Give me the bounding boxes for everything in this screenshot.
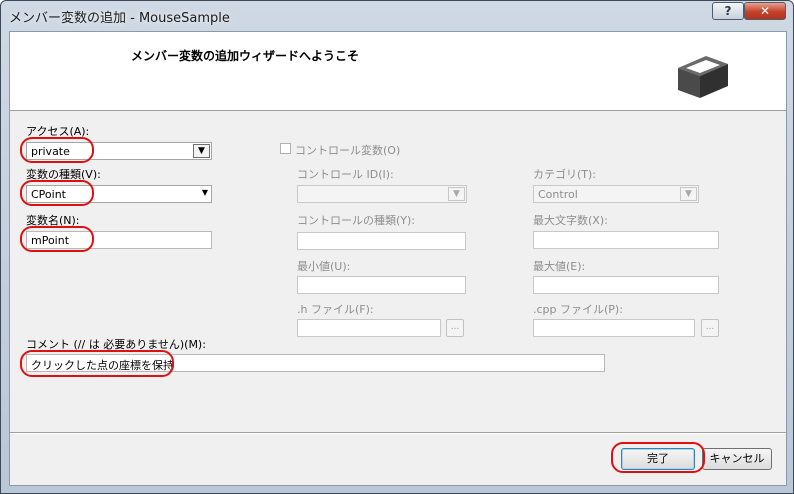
cpp-file-label: .cpp ファイル(P): [533, 303, 623, 316]
wizard-header: メンバー変数の追加ウィザードへようこそ [10, 32, 786, 111]
control-id-dropdown[interactable]: ▼ [297, 185, 467, 203]
window-title: メンバー変数の追加 - MouseSample [9, 11, 230, 26]
control-var-label: コントロール変数(O) [295, 144, 401, 157]
h-file-input[interactable] [297, 319, 441, 337]
help-button[interactable]: ? [712, 2, 744, 20]
category-value: Control [538, 188, 578, 201]
control-id-label: コントロール ID(I): [297, 168, 394, 181]
category-dropdown[interactable]: Control ▼ [533, 185, 699, 203]
cpp-file-browse-button[interactable]: ... [701, 319, 719, 337]
dialog-client-area: メンバー変数の追加ウィザードへようこそ アクセス(A): private ▼ 変… [9, 31, 787, 486]
chevron-down-icon[interactable]: ▼ [193, 144, 210, 158]
chevron-down-icon[interactable]: ▼ [680, 187, 697, 201]
control-var-checkbox[interactable] [280, 143, 291, 154]
max-chars-label: 最大文字数(X): [533, 214, 608, 227]
wizard-heading: メンバー変数の追加ウィザードへようこそ [131, 49, 360, 63]
control-type-label: コントロールの種類(Y): [297, 214, 416, 227]
close-button[interactable]: ✕ [744, 2, 786, 20]
highlight-finish [611, 442, 705, 473]
h-file-label: .h ファイル(F): [297, 303, 374, 316]
min-value-label: 最小値(U): [297, 260, 351, 273]
dialog-window: メンバー変数の追加 - MouseSample ? ✕ メンバー変数の追加ウィザ… [0, 0, 794, 494]
max-value-input[interactable] [533, 276, 719, 294]
wizard-box-icon [678, 56, 728, 98]
highlight-access [20, 137, 94, 163]
control-type-input[interactable] [297, 232, 466, 250]
cancel-button[interactable]: キャンセル [702, 448, 772, 470]
category-label: カテゴリ(T): [533, 168, 597, 181]
highlight-comment [20, 350, 174, 377]
cpp-file-input[interactable] [533, 319, 695, 337]
button-separator [10, 432, 786, 434]
highlight-var-type [20, 180, 94, 206]
min-value-input[interactable] [297, 276, 466, 294]
highlight-var-name [20, 226, 94, 252]
max-value-label: 最大値(E): [533, 260, 586, 273]
dropdown-arrow-icon[interactable]: ▼ [202, 188, 208, 197]
h-file-browse-button[interactable]: ... [446, 319, 464, 337]
title-bar[interactable]: メンバー変数の追加 - MouseSample ? ✕ [1, 1, 793, 31]
max-chars-input[interactable] [533, 231, 719, 249]
chevron-down-icon[interactable]: ▼ [448, 187, 465, 201]
